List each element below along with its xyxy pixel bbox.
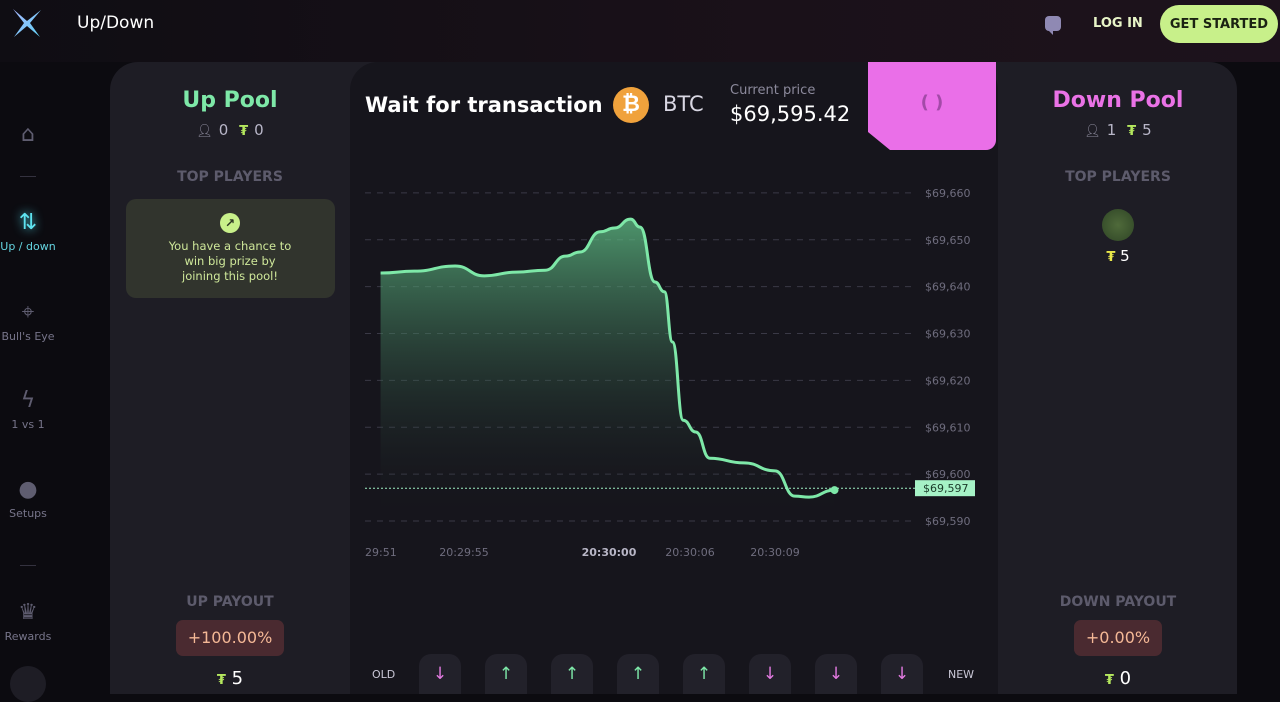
price-area (380, 219, 835, 521)
y-tick-label: $69,630 (925, 328, 971, 341)
status-title: Wait for transaction (365, 93, 603, 117)
divider (20, 565, 36, 566)
chat-icon[interactable] (1045, 16, 1061, 35)
history-down-icon: ↓ (815, 654, 857, 694)
logo-icon[interactable] (10, 6, 44, 40)
history-down-icon: ↓ (881, 654, 923, 694)
current-point (830, 486, 839, 495)
avatar[interactable] (1102, 209, 1134, 241)
sidebar: ⌂ ⇅ Up / down ⌖ Bull's Eye ϟ1 vs 1 ● Setups… (0, 62, 56, 702)
y-tick-label: $69,650 (925, 234, 971, 247)
current-price: $69,595.42 (730, 102, 851, 126)
x-tick-label: 20:30:09 (750, 546, 799, 559)
up-down-icon: ⇅ (18, 210, 38, 235)
loading-icon: ( ) (920, 92, 944, 113)
coin-symbol: BTC (663, 92, 704, 116)
home-icon: ⌂ (21, 122, 35, 147)
old-label: OLD (372, 668, 396, 681)
price-chart: $69,670$69,660$69,650$69,640$69,630$69,6… (365, 187, 975, 559)
up-pool-stats: 👤︎ 0 ₮ 0 (196, 121, 264, 139)
tether-icon: ₮ (1106, 250, 1116, 265)
get-started-button[interactable]: GET STARTED (1160, 5, 1278, 43)
y-tick-label: $69,640 (925, 281, 971, 294)
history-up-icon: ↑ (617, 654, 659, 694)
join-pool-hint: ↗ You have a chance to win big prize by … (125, 199, 335, 298)
up-pool-panel: Up Pool 👤︎ 0 ₮ 0 TOP PLAYERS ↗ You have a … (110, 62, 350, 694)
current-price-tag-label: $69,597 (923, 482, 969, 495)
person-icon: 👤︎ (196, 124, 213, 139)
login-button[interactable]: LOG IN (1093, 16, 1143, 31)
down-pool-stats: 👤︎ 1 ₮ 5 (1084, 121, 1152, 139)
y-tick-label: $69,590 (925, 515, 971, 528)
tether-icon: ₮ (1127, 124, 1137, 139)
x-tick-label: 20:30:06 (665, 546, 714, 559)
up-payout-badge: +100.00% (175, 620, 285, 656)
down-pool-title: Down Pool (1052, 88, 1184, 113)
sidebar-item-home[interactable]: ⌂ (0, 122, 56, 152)
sidebar-item-bulls-eye[interactable]: ⌖ Bull's Eye (0, 300, 56, 343)
y-tick-label: $69,620 (925, 374, 971, 387)
x-tick-label: 20:30:00 (582, 546, 637, 559)
top-players-heading: TOP PLAYERS (177, 169, 283, 185)
history-down-icon: ↓ (749, 654, 791, 694)
down-payout: DOWN PAYOUT +0.00% ₮ 0 (1059, 594, 1177, 689)
history-up-icon: ↑ (551, 654, 593, 694)
bitcoin-icon: ₿ (613, 87, 649, 123)
top-player-amount: ₮ 5 (1106, 247, 1130, 265)
up-payout: UP PAYOUT +100.00% ₮ 5 (110, 594, 350, 689)
chart-panel: Wait for transaction ₿ BTC Current price… (350, 62, 998, 694)
sidebar-item-up-down[interactable]: ⇅ Up / down (0, 210, 56, 253)
tether-icon: ₮ (1104, 673, 1114, 688)
versus-icon: ϟ (20, 388, 36, 413)
history-up-icon: ↑ (683, 654, 725, 694)
tether-icon: ₮ (216, 673, 226, 688)
down-payout-badge: +0.00% (1073, 620, 1163, 656)
person-icon: 👤︎ (1084, 124, 1101, 139)
current-price-label: Current price (730, 83, 816, 98)
history-up-icon: ↑ (485, 654, 527, 694)
x-tick-label: 29:51 (365, 546, 397, 559)
y-tick-label: $69,660 (925, 187, 971, 200)
group-icon: ● (18, 477, 38, 502)
up-pool-title: Up Pool (182, 88, 278, 113)
crosshair-icon: ⌖ (21, 300, 35, 325)
divider (20, 176, 36, 177)
top-players-heading: TOP PLAYERS (1065, 169, 1171, 185)
x-tick-label: 20:29:55 (439, 546, 488, 559)
timer-box: ( ) (868, 62, 996, 150)
trophy-icon: ♛ (18, 600, 38, 625)
header: Up/Down LOG IN GET STARTED (0, 0, 1280, 62)
down-pool-panel: Down Pool 👤︎ 1 ₮ 5 TOP PLAYERS ₮ 5 DOWN PA… (998, 62, 1237, 694)
new-label: NEW (948, 668, 975, 681)
y-tick-label: $69,610 (925, 421, 971, 434)
sidebar-item-1vs1[interactable]: ϟ1 vs 1 (0, 388, 56, 431)
game-card: Up Pool 👤︎ 0 ₮ 0 TOP PLAYERS ↗ You have a … (110, 62, 1237, 694)
sidebar-item-setups[interactable]: ● Setups (0, 477, 56, 520)
app-title: Up/Down (77, 13, 155, 33)
docs-button[interactable] (10, 666, 46, 702)
history-down-icon: ↓ (419, 654, 461, 694)
tether-icon: ₮ (239, 124, 249, 139)
trending-up-icon: ↗ (220, 213, 240, 233)
y-tick-label: $69,600 (925, 468, 971, 481)
sidebar-item-rewards[interactable]: ♛ Rewards (0, 600, 56, 643)
